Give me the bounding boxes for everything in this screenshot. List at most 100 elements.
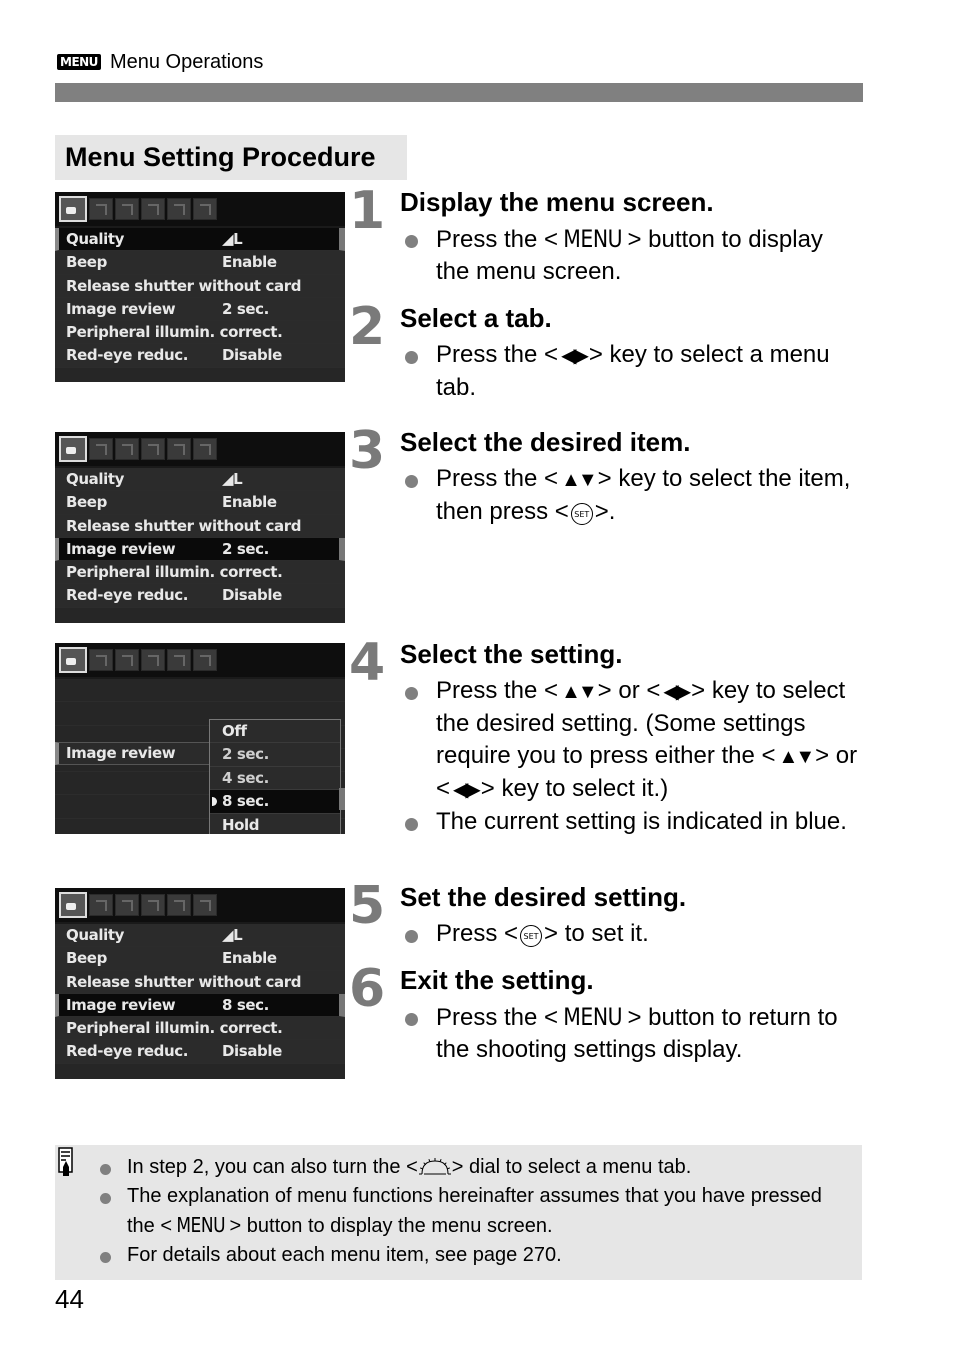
- menu-row[interactable]: Red-eye reduc. Disable: [55, 584, 345, 608]
- shooting-tab-2-icon[interactable]: [89, 649, 113, 671]
- set-button-icon: SET: [520, 925, 543, 947]
- shooting-tab-2-icon[interactable]: [89, 894, 113, 916]
- setup-tab-icon[interactable]: [167, 649, 191, 671]
- camera-menu-screen-step1: Quality ◢L Beep Enable Release shutter witho…: [55, 192, 345, 382]
- menu-row[interactable]: Image review 2 sec.: [55, 537, 345, 562]
- setup-tab-2-icon[interactable]: [193, 438, 217, 460]
- bullet-text: Press the <: [436, 1004, 559, 1031]
- menu-row-value: 2 sec.: [222, 539, 269, 558]
- left-right-key-icon: ◀▶: [663, 681, 691, 703]
- scroll-indicator: [339, 788, 345, 810]
- menu-row-value: 2 sec.: [222, 299, 269, 318]
- menu-tab-bar: [55, 888, 345, 922]
- step-bullets: Press the < MENU > button to return to the…: [400, 1001, 860, 1066]
- menu-row-label: Red-eye reduc.: [66, 586, 189, 605]
- menu-row[interactable]: Red-eye reduc. Disable: [55, 344, 345, 368]
- playback-tab-icon[interactable]: [115, 649, 139, 671]
- shooting-tab-icon[interactable]: [59, 892, 87, 918]
- menu-row[interactable]: Quality ◢L: [55, 228, 345, 252]
- step-bullets: Press the < ◀▶ > key to select a menu tab.: [400, 339, 860, 404]
- left-right-key-icon: ◀▶: [561, 345, 589, 367]
- bullet-text: Press the <: [436, 677, 559, 704]
- bullet-text: Press the <: [436, 226, 559, 253]
- dropdown-option[interactable]: 8 sec.: [210, 790, 340, 814]
- up-down-key-icon: ▲▼: [561, 469, 598, 491]
- step-title: Select a tab.: [400, 303, 552, 333]
- bullet-text: > or <: [597, 677, 661, 704]
- menu-row[interactable]: Release shutter without card: [55, 970, 345, 994]
- set-button-icon: SET: [570, 503, 593, 525]
- menu-row[interactable]: Image review 2 sec.: [55, 297, 345, 322]
- note-text: > dial to select a menu tab.: [451, 1156, 692, 1178]
- menu-row-label: Peripheral illumin. correct.: [66, 1019, 283, 1038]
- setup-tab-2-icon[interactable]: [193, 198, 217, 220]
- playback-tab-icon[interactable]: [115, 894, 139, 916]
- menu-row[interactable]: Quality ◢L: [55, 468, 345, 492]
- dropdown-option[interactable]: 2 sec.: [210, 743, 340, 767]
- bullet-item: Press the < MENU > button to display the m…: [400, 223, 860, 288]
- note-list: In step 2, you can also turn the < > dial…: [100, 1153, 850, 1270]
- menu-row-label: Release shutter without card: [66, 516, 302, 535]
- menu-row[interactable]: Peripheral illumin. correct.: [55, 561, 345, 585]
- up-down-key-icon: ▲▼: [778, 746, 816, 768]
- menu-row[interactable]: Image review 8 sec.: [55, 993, 345, 1018]
- menu-row-label: Release shutter without card: [66, 276, 302, 295]
- shooting-tab-icon[interactable]: [59, 647, 87, 673]
- menu-row[interactable]: Red-eye reduc. Disable: [55, 1040, 345, 1064]
- bullet-text: Press <: [436, 920, 519, 947]
- bullet-text: > to set it.: [544, 920, 649, 947]
- bullet-item: The current setting is indicated in blue…: [400, 806, 860, 838]
- step-title: Select the desired item.: [400, 427, 691, 457]
- menu-item-label: Image review: [55, 742, 209, 765]
- page-number: 44: [55, 1284, 84, 1314]
- dropdown-option[interactable]: Hold: [210, 814, 340, 834]
- note-item: For details about each menu item, see pa…: [100, 1241, 850, 1270]
- camera-menu-screen-step3: Quality ◢L Beep Enable Release shutter witho…: [55, 432, 345, 623]
- menu-tab-bar: [55, 192, 345, 226]
- shooting-tab-2-icon[interactable]: [89, 438, 113, 460]
- menu-row-label: Image review: [66, 995, 176, 1014]
- playback-tab-2-icon[interactable]: [141, 198, 165, 220]
- menu-row[interactable]: Release shutter without card: [55, 274, 345, 298]
- menu-row[interactable]: Peripheral illumin. correct.: [55, 1017, 345, 1041]
- menu-row-empty: [55, 607, 345, 623]
- playback-tab-icon[interactable]: [115, 438, 139, 460]
- header-section-title: Menu Operations: [109, 50, 264, 73]
- shooting-tab-icon[interactable]: [59, 436, 87, 462]
- dropdown-option[interactable]: 4 sec.: [210, 767, 340, 791]
- menu-row[interactable]: Release shutter without card: [55, 514, 345, 538]
- setup-tab-icon[interactable]: [167, 894, 191, 916]
- menu-rows: Quality ◢L Beep Enable Release shutter witho…: [55, 466, 345, 623]
- menu-row[interactable]: Beep Enable: [55, 491, 345, 515]
- menu-row-label: Red-eye reduc.: [66, 1042, 189, 1061]
- playback-tab-2-icon[interactable]: [141, 649, 165, 671]
- setup-tab-icon[interactable]: [167, 198, 191, 220]
- playback-tab-2-icon[interactable]: [141, 894, 165, 916]
- settings-dropdown: Off 2 sec. 4 sec. 8 sec. Hold: [209, 719, 341, 834]
- playback-tab-2-icon[interactable]: [141, 438, 165, 460]
- bullet-item: Press < SET > to set it.: [400, 918, 860, 950]
- step-bullets: Press the < MENU > button to display the m…: [400, 223, 860, 288]
- menu-badge-icon: MENU: [57, 54, 101, 70]
- menu-row[interactable]: Peripheral illumin. correct.: [55, 321, 345, 345]
- menu-row[interactable]: Beep Enable: [55, 947, 345, 971]
- setup-tab-icon[interactable]: [167, 438, 191, 460]
- menu-row[interactable]: Beep Enable: [55, 251, 345, 275]
- section-title-box: Menu Setting Procedure: [55, 135, 407, 180]
- note-box: In step 2, you can also turn the < > dial…: [55, 1145, 862, 1280]
- setup-tab-2-icon[interactable]: [193, 649, 217, 671]
- playback-tab-icon[interactable]: [115, 198, 139, 220]
- menu-row-value: Enable: [222, 493, 277, 512]
- menu-row[interactable]: Quality ◢L: [55, 924, 345, 948]
- step-bullets: Press the < ▲▼ > or < ◀▶ > key to select the…: [400, 675, 860, 838]
- setup-tab-2-icon[interactable]: [193, 894, 217, 916]
- shooting-tab-icon[interactable]: [59, 196, 87, 222]
- menu-row-value: ◢L: [222, 470, 243, 488]
- step-bullets: Press < SET > to set it.: [400, 918, 860, 950]
- step-number: 2: [349, 297, 385, 357]
- step-number: 5: [349, 876, 385, 936]
- shooting-tab-2-icon[interactable]: [89, 198, 113, 220]
- menu-rows: Quality ◢L Beep Enable Release shutter witho…: [55, 922, 345, 1079]
- dropdown-option[interactable]: Off: [210, 720, 340, 744]
- menu-button-icon: MENU: [563, 225, 623, 253]
